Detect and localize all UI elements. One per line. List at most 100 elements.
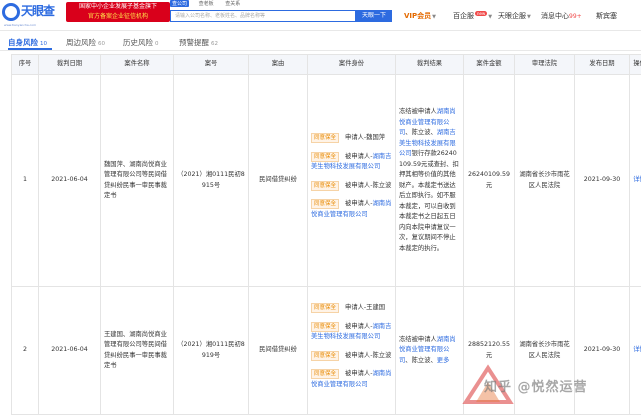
search-tab-relation[interactable]: 查关系	[223, 0, 242, 7]
promo-banner[interactable]: 国家中小企业发展子基金旗下 官方备案企业征信机构	[66, 2, 170, 22]
search-input[interactable]: 请输入公司名称、老板姓名、品牌名称等	[170, 10, 356, 22]
tab-count: 0	[155, 41, 159, 47]
col-header-parties: 案件身份	[308, 55, 396, 75]
party-role: 被申请人-	[345, 323, 372, 330]
result-text: 冻结被申请人	[399, 336, 437, 343]
table-header-row: 序号 裁判日期 案件名称 案号 案由 案件身份 裁判结果 案件金额 审理法院 发…	[12, 55, 641, 75]
result-text: 、陈立波、	[405, 129, 436, 136]
tab-surrounding-risk[interactable]: 周边风险60	[66, 37, 105, 48]
nav-vip-label: VIP会员	[404, 12, 431, 20]
nav-tianyan-enterprise[interactable]: 天眼企服▼	[498, 11, 531, 21]
status-badge: 同意保全	[311, 351, 339, 361]
tab-label: 自身风险	[8, 38, 38, 47]
row-date: 2021-06-04	[39, 287, 101, 415]
row-court: 湖南省长沙市雨花区人民法院	[515, 75, 575, 287]
tab-self-risk[interactable]: 自身风险10	[8, 37, 47, 48]
party-entry: 同意保全被申请人-陈立波	[311, 181, 392, 192]
party-role: 被申请人-	[345, 153, 372, 160]
row-result: 冻结被申请人湖南尚悦商业管理有限公司、陈立波、湖南吉美生物科技发展有限公司银行存…	[396, 75, 464, 287]
col-header-date: 裁判日期	[39, 55, 101, 75]
row-cause: 民间借贷纠纷	[249, 75, 308, 287]
party-role: 申请人-王建国	[345, 304, 385, 311]
detail-link[interactable]: 详情	[630, 287, 641, 415]
party-entry: 同意保全被申请人-湖南吉美生物科技发展有限公司	[311, 152, 392, 173]
tab-count: 60	[98, 41, 105, 47]
status-badge: 同意保全	[311, 369, 339, 379]
detail-link[interactable]: 详情	[630, 75, 641, 287]
status-badge: 同意保全	[311, 133, 339, 143]
row-cause: 民间借贷纠纷	[249, 287, 308, 415]
result-text: 、陈立波、	[405, 357, 436, 364]
search-type-tabs: 查公司 查老板 查关系	[170, 0, 248, 9]
more-link[interactable]: 更多	[437, 357, 450, 364]
chevron-down-icon: ▼	[432, 14, 436, 20]
active-tab-indicator	[8, 48, 52, 50]
tab-warning[interactable]: 预警提醒62	[179, 37, 218, 48]
result-text: 冻结被申请人	[399, 108, 437, 115]
party-entry: 同意保全被申请人-湖南尚悦商业管理有限公司	[311, 199, 392, 220]
risk-tabs: 自身风险10 周边风险60 历史风险0 预警提醒62	[0, 34, 641, 51]
col-header-publish-date: 发布日期	[575, 55, 630, 75]
banner-line-1: 国家中小企业发展子基金旗下	[66, 2, 170, 12]
table-row: 2 2021-06-04 王建国、湖南尚悦商业管理有限公司等民间借贷纠纷民事一审…	[12, 287, 641, 415]
table-row: 1 2021-06-04 魏国萍、湖南尚悦商业管理有限公司等民间借贷纠纷民事一审…	[12, 75, 641, 287]
judgment-table: 序号 裁判日期 案件名称 案号 案由 案件身份 裁判结果 案件金额 审理法院 发…	[11, 54, 641, 415]
chevron-down-icon: ▼	[527, 14, 531, 20]
col-header-amount: 案件金额	[464, 55, 515, 75]
logo-url: www.tianyancha.com	[4, 23, 36, 27]
col-header-index: 序号	[12, 55, 39, 75]
tab-label: 历史风险	[123, 38, 153, 47]
row-parties: 同意保全申请人-魏国萍 同意保全被申请人-湖南吉美生物科技发展有限公司 同意保全…	[308, 75, 396, 287]
party-entry: 同意保全被申请人-湖南吉美生物科技发展有限公司	[311, 322, 392, 343]
tab-history-risk[interactable]: 历史风险0	[123, 37, 159, 48]
row-date: 2021-06-04	[39, 75, 101, 287]
row-index: 1	[12, 75, 39, 287]
row-amount: 26240109.59元	[464, 75, 515, 287]
tab-count: 62	[211, 41, 218, 47]
row-case-name: 王建国、湖南尚悦商业管理有限公司等民间借贷纠纷民事一审民事裁定书	[101, 287, 174, 415]
party-role: 被申请人-陈立波	[345, 352, 391, 359]
party-role: 被申请人-陈立波	[345, 182, 391, 189]
row-result: 冻结被申请人湖南尚悦商业管理有限公司、陈立波、更多	[396, 287, 464, 415]
party-role: 被申请人-	[345, 200, 372, 207]
col-header-court: 审理法院	[515, 55, 575, 75]
party-entry: 同意保全被申请人-陈立波	[311, 351, 392, 362]
search-tab-company[interactable]: 查公司	[170, 0, 189, 7]
chevron-down-icon: ▼	[488, 14, 492, 20]
status-badge: 同意保全	[311, 303, 339, 313]
status-badge: 同意保全	[311, 199, 339, 209]
tab-label: 周边风险	[66, 38, 96, 47]
nav-messages[interactable]: 消息中心99+	[541, 11, 582, 21]
row-publish-date: 2021-09-30	[575, 287, 630, 415]
col-header-case-no: 案号	[174, 55, 249, 75]
col-header-action: 操作	[630, 55, 641, 75]
status-badge: 同意保全	[311, 322, 339, 332]
row-case-name: 魏国萍、湖南尚悦商业管理有限公司等民间借贷纠纷民事一审民事裁定书	[101, 75, 174, 287]
message-count: 99+	[569, 13, 582, 20]
col-header-cause: 案由	[249, 55, 308, 75]
watermark-text: 知乎 @悦然运营	[484, 376, 588, 395]
nav-user[interactable]: 斯宾塞	[596, 11, 617, 21]
nav-vip[interactable]: VIP会员▼	[404, 11, 436, 21]
nav-tianyan-label: 天眼企服	[498, 12, 526, 20]
logo-text: 天眼查	[21, 2, 54, 19]
nav-enterprise-service[interactable]: 百企服new▼	[453, 11, 492, 21]
search-tab-boss[interactable]: 查老板	[197, 0, 216, 7]
row-publish-date: 2021-09-30	[575, 75, 630, 287]
user-name: 斯宾塞	[596, 12, 617, 20]
search-button[interactable]: 天眼一下	[356, 10, 392, 22]
party-entry: 同意保全被申请人-湖南尚悦商业管理有限公司	[311, 369, 392, 390]
status-badge: 同意保全	[311, 181, 339, 191]
party-entry: 同意保全申请人-王建国	[311, 303, 392, 314]
row-index: 2	[12, 287, 39, 415]
row-case-no: （2021）湘0111民初8919号	[174, 287, 249, 415]
top-navigation-bar: 天眼查 www.tianyancha.com 国家中小企业发展子基金旗下 官方备…	[0, 0, 641, 31]
new-badge: new	[475, 11, 487, 16]
tab-label: 预警提醒	[179, 38, 209, 47]
row-parties: 同意保全申请人-王建国 同意保全被申请人-湖南吉美生物科技发展有限公司 同意保全…	[308, 287, 396, 415]
tab-count: 10	[40, 41, 47, 47]
col-header-case-name: 案件名称	[101, 55, 174, 75]
result-text: 银行存款26240109.59元或查封、扣押其相等价值的其他财产。本裁定书送达后…	[399, 150, 459, 252]
nav-enterprise-label: 百企服	[453, 12, 474, 20]
banner-line-2: 官方备案企业征信机构	[66, 12, 170, 22]
